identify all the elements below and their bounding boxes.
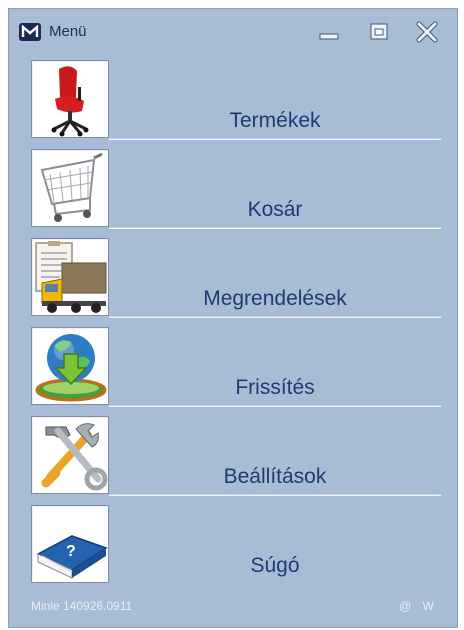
menu-item-orders[interactable]: Megrendelések: [29, 237, 441, 326]
item-divider: [109, 405, 441, 407]
help-book-icon: ?: [31, 505, 109, 583]
menu-item-help[interactable]: ? Súgó: [29, 504, 441, 593]
menu-item-cart[interactable]: Kosár: [29, 148, 441, 237]
menu-item-label: Frissítés: [235, 376, 315, 399]
menu-item-update[interactable]: Frissítés: [29, 326, 441, 415]
minimize-button[interactable]: [316, 21, 342, 43]
svg-text:?: ?: [66, 543, 76, 560]
menu-item-label: Kosár: [247, 198, 303, 221]
maximize-icon: [370, 23, 388, 40]
minimize-icon: [319, 33, 339, 40]
menu-item-products[interactable]: Termékek: [29, 59, 441, 148]
main-menu: Termékek Kosár Megrendelések Frissítés B…: [29, 59, 441, 593]
maximize-button[interactable]: [366, 21, 392, 43]
title-bar[interactable]: Menü: [9, 9, 457, 49]
item-divider: [109, 494, 441, 496]
delivery-truck-icon: [31, 238, 109, 316]
menu-item-label: Beállítások: [223, 465, 327, 488]
app-logo-icon: [19, 23, 41, 41]
hammer-wrench-icon: [31, 416, 109, 494]
shopping-cart-icon: [31, 149, 109, 227]
menu-item-label: Termékek: [229, 109, 321, 132]
close-button[interactable]: [414, 21, 440, 43]
item-divider: [109, 138, 441, 140]
menu-window: Menü Termékek Kosár Megrendelések Frissí…: [8, 8, 458, 628]
window-title: Menü: [49, 23, 87, 40]
globe-download-icon: [31, 327, 109, 405]
status-flags: @ W: [399, 599, 438, 613]
menu-item-label: Megrendelések: [203, 287, 347, 310]
close-icon: [416, 21, 438, 43]
version-label: Minie 140926.0911: [31, 599, 133, 613]
item-divider: [109, 316, 441, 318]
office-chair-icon: [31, 60, 109, 138]
menu-item-label: Súgó: [250, 554, 300, 577]
item-divider: [109, 227, 441, 229]
menu-item-settings[interactable]: Beállítások: [29, 415, 441, 504]
